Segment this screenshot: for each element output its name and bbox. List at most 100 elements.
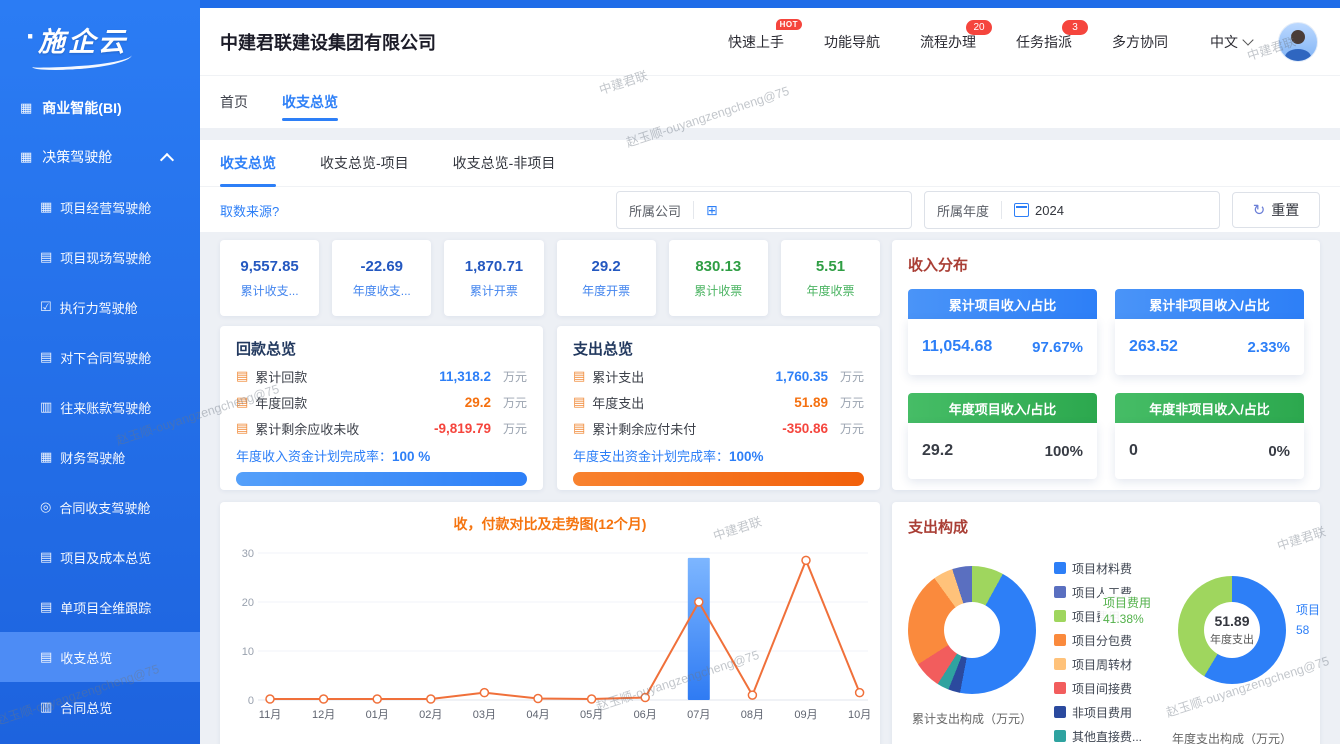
card-title: 回款总览: [236, 338, 527, 359]
hot-badge: HOT: [776, 19, 802, 30]
nav-item[interactable]: 功能导航: [824, 32, 880, 52]
language-switch[interactable]: 中文: [1210, 32, 1252, 52]
trend-chart-card: 收，付款对比及走势图(12个月) 010203011月12月01月02月03月0…: [220, 502, 880, 744]
svg-text:03月: 03月: [473, 709, 496, 721]
calendar-icon: [1014, 203, 1029, 217]
company-select[interactable]: 所属公司 ⊞: [616, 191, 912, 229]
sidebar-item-label: 项目现场驾驶舱: [60, 248, 151, 267]
stat-label: 累计开票: [470, 282, 518, 299]
year-select[interactable]: 所属年度 2024: [924, 191, 1220, 229]
svg-text:08月: 08月: [741, 709, 764, 721]
sidebar-item[interactable]: ▤单项目全维跟踪: [0, 582, 200, 632]
income-sub-card-body: 29.2100%: [908, 423, 1097, 479]
nav-item[interactable]: 流程办理20: [920, 32, 976, 52]
progress-bar: [236, 472, 527, 486]
legend-item[interactable]: 非项目费用: [1054, 700, 1142, 724]
reset-button[interactable]: ↻ 重置: [1232, 192, 1320, 228]
sidebar-item[interactable]: ▦项目经营驾驶舱: [0, 182, 200, 232]
sub-tab[interactable]: 收支总览-项目: [320, 140, 409, 186]
sidebar-item[interactable]: ▤ 项目及成本总览: [0, 532, 200, 582]
cumulative-expense-donut-chart: [908, 566, 1036, 694]
page-tab[interactable]: 收支总览: [282, 76, 338, 128]
donut-caption-right: 年度支出构成（万元）: [1162, 730, 1302, 744]
overview-row-label: 累计回款: [255, 367, 307, 386]
sidebar-item[interactable]: ▤对下合同驾驶舱: [0, 332, 200, 382]
legend-swatch: [1054, 610, 1066, 622]
legend-swatch: [1054, 586, 1066, 598]
rate-value: 100 %: [392, 449, 430, 464]
sidebar-item-label: 项目及成本总览: [60, 548, 151, 567]
overview-row-label: 累计支出: [592, 367, 644, 386]
overview-row-label: 年度支出: [592, 393, 644, 412]
stat-value: 1,870.71: [465, 258, 523, 275]
legend-item[interactable]: 项目间接费: [1054, 676, 1142, 700]
svg-text:06月: 06月: [634, 709, 657, 721]
sidebar-item[interactable]: ◎合同收支驾驶舱: [0, 482, 200, 532]
sidebar-item-label: 合同收支驾驶舱: [59, 498, 150, 517]
sidebar-item[interactable]: ▥往来账款驾驶舱: [0, 382, 200, 432]
callout-label: 项目: [1296, 600, 1320, 620]
doc-icon: ▤: [236, 368, 248, 384]
company-select-label: 所属公司: [629, 201, 681, 220]
legend-item[interactable]: 项目材料费: [1054, 556, 1142, 580]
legend-swatch: [1054, 682, 1066, 694]
overview-row: ▤年度支出51.89万元: [573, 393, 864, 411]
sidebar-item[interactable]: ▤项目现场驾驶舱: [0, 232, 200, 282]
nav-item-label: 功能导航: [824, 34, 880, 50]
stat-label: 累计收支...: [241, 282, 299, 299]
svg-text:05月: 05月: [580, 709, 603, 721]
data-source-link[interactable]: 取数来源?: [220, 201, 279, 220]
legend-item[interactable]: 项目周转材: [1054, 652, 1142, 676]
org-grid-icon: ⊞: [706, 202, 718, 219]
legend-item[interactable]: 项目分包费: [1054, 628, 1142, 652]
legend-swatch: [1054, 706, 1066, 718]
sidebar-item[interactable]: ▤收支总览: [0, 632, 200, 682]
line-bar-chart: 010203011月12月01月02月03月04月05月06月07月08月09月…: [228, 538, 872, 738]
sidebar-group-label: 决策驾驶舱: [42, 147, 112, 167]
language-label: 中文: [1210, 32, 1238, 52]
income-value: 0: [1129, 442, 1138, 460]
grid-icon: ▦: [20, 100, 32, 116]
sidebar-section-label: 商业智能(BI): [42, 98, 121, 118]
sidebar-section-bi[interactable]: ▦ 商业智能(BI): [0, 84, 200, 132]
nav-item-label: 任务指派: [1016, 34, 1072, 50]
doc-icon: ▤: [40, 549, 52, 565]
nav-item[interactable]: 快速上手HOT: [728, 32, 784, 52]
sub-tab[interactable]: 收支总览: [220, 140, 276, 186]
income-grid: 累计项目收入/占比11,054.6897.67%累计非项目收入/占比263.52…: [908, 289, 1304, 479]
doc-icon: ▤: [236, 420, 248, 436]
legend-label: 项目间接费: [1072, 680, 1132, 697]
stat-card: 830.13累计收票: [669, 240, 768, 316]
income-sub-card-body: 00%: [1115, 423, 1304, 479]
nav-item[interactable]: 任务指派3: [1016, 32, 1072, 52]
nav-item[interactable]: 多方协同: [1112, 32, 1168, 52]
page-tabs: 首页收支总览: [200, 76, 1340, 128]
income-sub-card: 累计非项目收入/占比263.522.33%: [1115, 289, 1304, 375]
year-value: 2024: [1035, 203, 1064, 218]
legend-swatch: [1054, 658, 1066, 670]
overview-row-unit: 万元: [828, 394, 864, 411]
grid-icon: ▦: [40, 449, 52, 465]
svg-text:04月: 04月: [526, 709, 549, 721]
callout-value: 41.38%: [1103, 611, 1151, 627]
page-tab[interactable]: 首页: [220, 76, 248, 128]
expense-overview-card: 支出总览 ▤累计支出1,760.35万元▤年度支出51.89万元▤累计剩余应付未…: [557, 326, 880, 490]
sidebar-item[interactable]: ▦财务驾驶舱: [0, 432, 200, 482]
rate-value: 100%: [729, 449, 764, 464]
chevron-down-icon: [1242, 34, 1253, 45]
year-select-label: 所属年度: [937, 201, 989, 220]
sidebar-item[interactable]: ☑执行力驾驶舱: [0, 282, 200, 332]
overview-row: ▤累计剩余应付未付-350.86万元: [573, 419, 864, 437]
overview-row: ▤累计回款11,318.2万元: [236, 367, 527, 385]
svg-text:20: 20: [242, 597, 254, 609]
list-icon: ▥: [40, 399, 52, 415]
sidebar-group-decision-cockpit[interactable]: ▦ 决策驾驶舱: [0, 132, 200, 182]
user-avatar[interactable]: [1278, 22, 1318, 62]
income-sub-card: 年度项目收入/占比29.2100%: [908, 393, 1097, 479]
overview-row-value: 51.89: [794, 395, 828, 410]
sidebar-item[interactable]: ▥合同总览: [0, 682, 200, 732]
sub-tab[interactable]: 收支总览-非项目: [453, 140, 556, 186]
check-icon: ☑: [40, 299, 52, 315]
donut-callout-blue: 项目 58: [1296, 600, 1320, 640]
legend-item[interactable]: 其他直接费...: [1054, 724, 1142, 744]
